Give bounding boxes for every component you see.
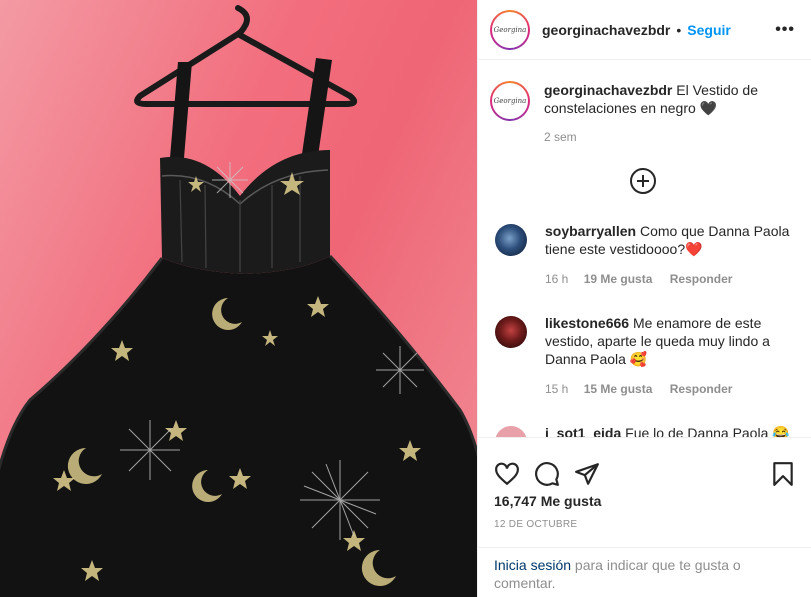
comment-item: soybarryallen Como que Danna Paola tiene… [490,222,796,286]
caption-username[interactable]: georginachavezbdr [544,82,672,98]
avatar[interactable] [495,224,527,256]
comment-likes[interactable]: 15 Me gusta [584,382,653,396]
send-icon[interactable] [574,461,600,487]
reply-button[interactable]: Responder [670,272,733,286]
bookmark-icon[interactable] [770,461,796,487]
avatar[interactable] [495,426,527,437]
avatar-logo: Georgina [493,97,527,105]
dress-illustration [0,5,477,597]
comment-likes[interactable]: 19 Me gusta [584,272,653,286]
comment-username[interactable]: i_sot1_eida [545,425,621,437]
post-caption: Georgina georginachavezbdr El Vestido de… [490,81,796,144]
post-side-panel: Georgina georginachavezbdr • Seguir ••• … [477,0,811,597]
instagram-post: Georgina georginachavezbdr • Seguir ••• … [0,0,811,597]
post-photo[interactable] [0,0,477,597]
header-username[interactable]: georginachavezbdr [542,22,670,38]
avatar[interactable] [495,316,527,348]
more-options-icon[interactable]: ••• [775,21,795,39]
avatar[interactable]: Georgina [490,9,530,50]
comments-list[interactable]: Georgina georginachavezbdr El Vestido de… [478,61,811,437]
follow-button[interactable]: Seguir [687,22,731,38]
comment-username[interactable]: likestone666 [545,315,629,331]
post-header: Georgina georginachavezbdr • Seguir ••• [478,0,811,60]
separator-dot: • [676,21,682,38]
comment-item: i_sot1_eida Fue lo de Danna Paola 😂 [490,424,796,437]
comment-icon[interactable] [534,461,560,487]
avatar-logo: Georgina [493,25,527,34]
heart-icon[interactable] [494,461,520,487]
caption-text-block: georginachavezbdr El Vestido de constela… [544,81,796,117]
post-date[interactable]: 12 de octubre [494,519,577,530]
caption-time[interactable]: 2 sem [544,130,796,144]
caption-avatar[interactable]: Georgina [490,81,530,121]
comment-time[interactable]: 15 h [545,382,568,396]
load-more-comments [490,168,796,194]
plus-circle-icon[interactable] [630,168,656,194]
login-prompt: Inicia sesión para indicar que te gusta … [478,547,811,597]
comment-time[interactable]: 16 h [545,272,568,286]
likes-count[interactable]: 16,747 Me gusta [494,493,601,509]
comment-text: Fue lo de Danna Paola 😂 [625,425,790,437]
comment-item: likestone666 Me enamore de este vestido,… [490,314,796,396]
comment-username[interactable]: soybarryallen [545,223,636,239]
login-link[interactable]: Inicia sesión [494,557,571,573]
action-bar [478,437,811,497]
reply-button[interactable]: Responder [670,382,733,396]
